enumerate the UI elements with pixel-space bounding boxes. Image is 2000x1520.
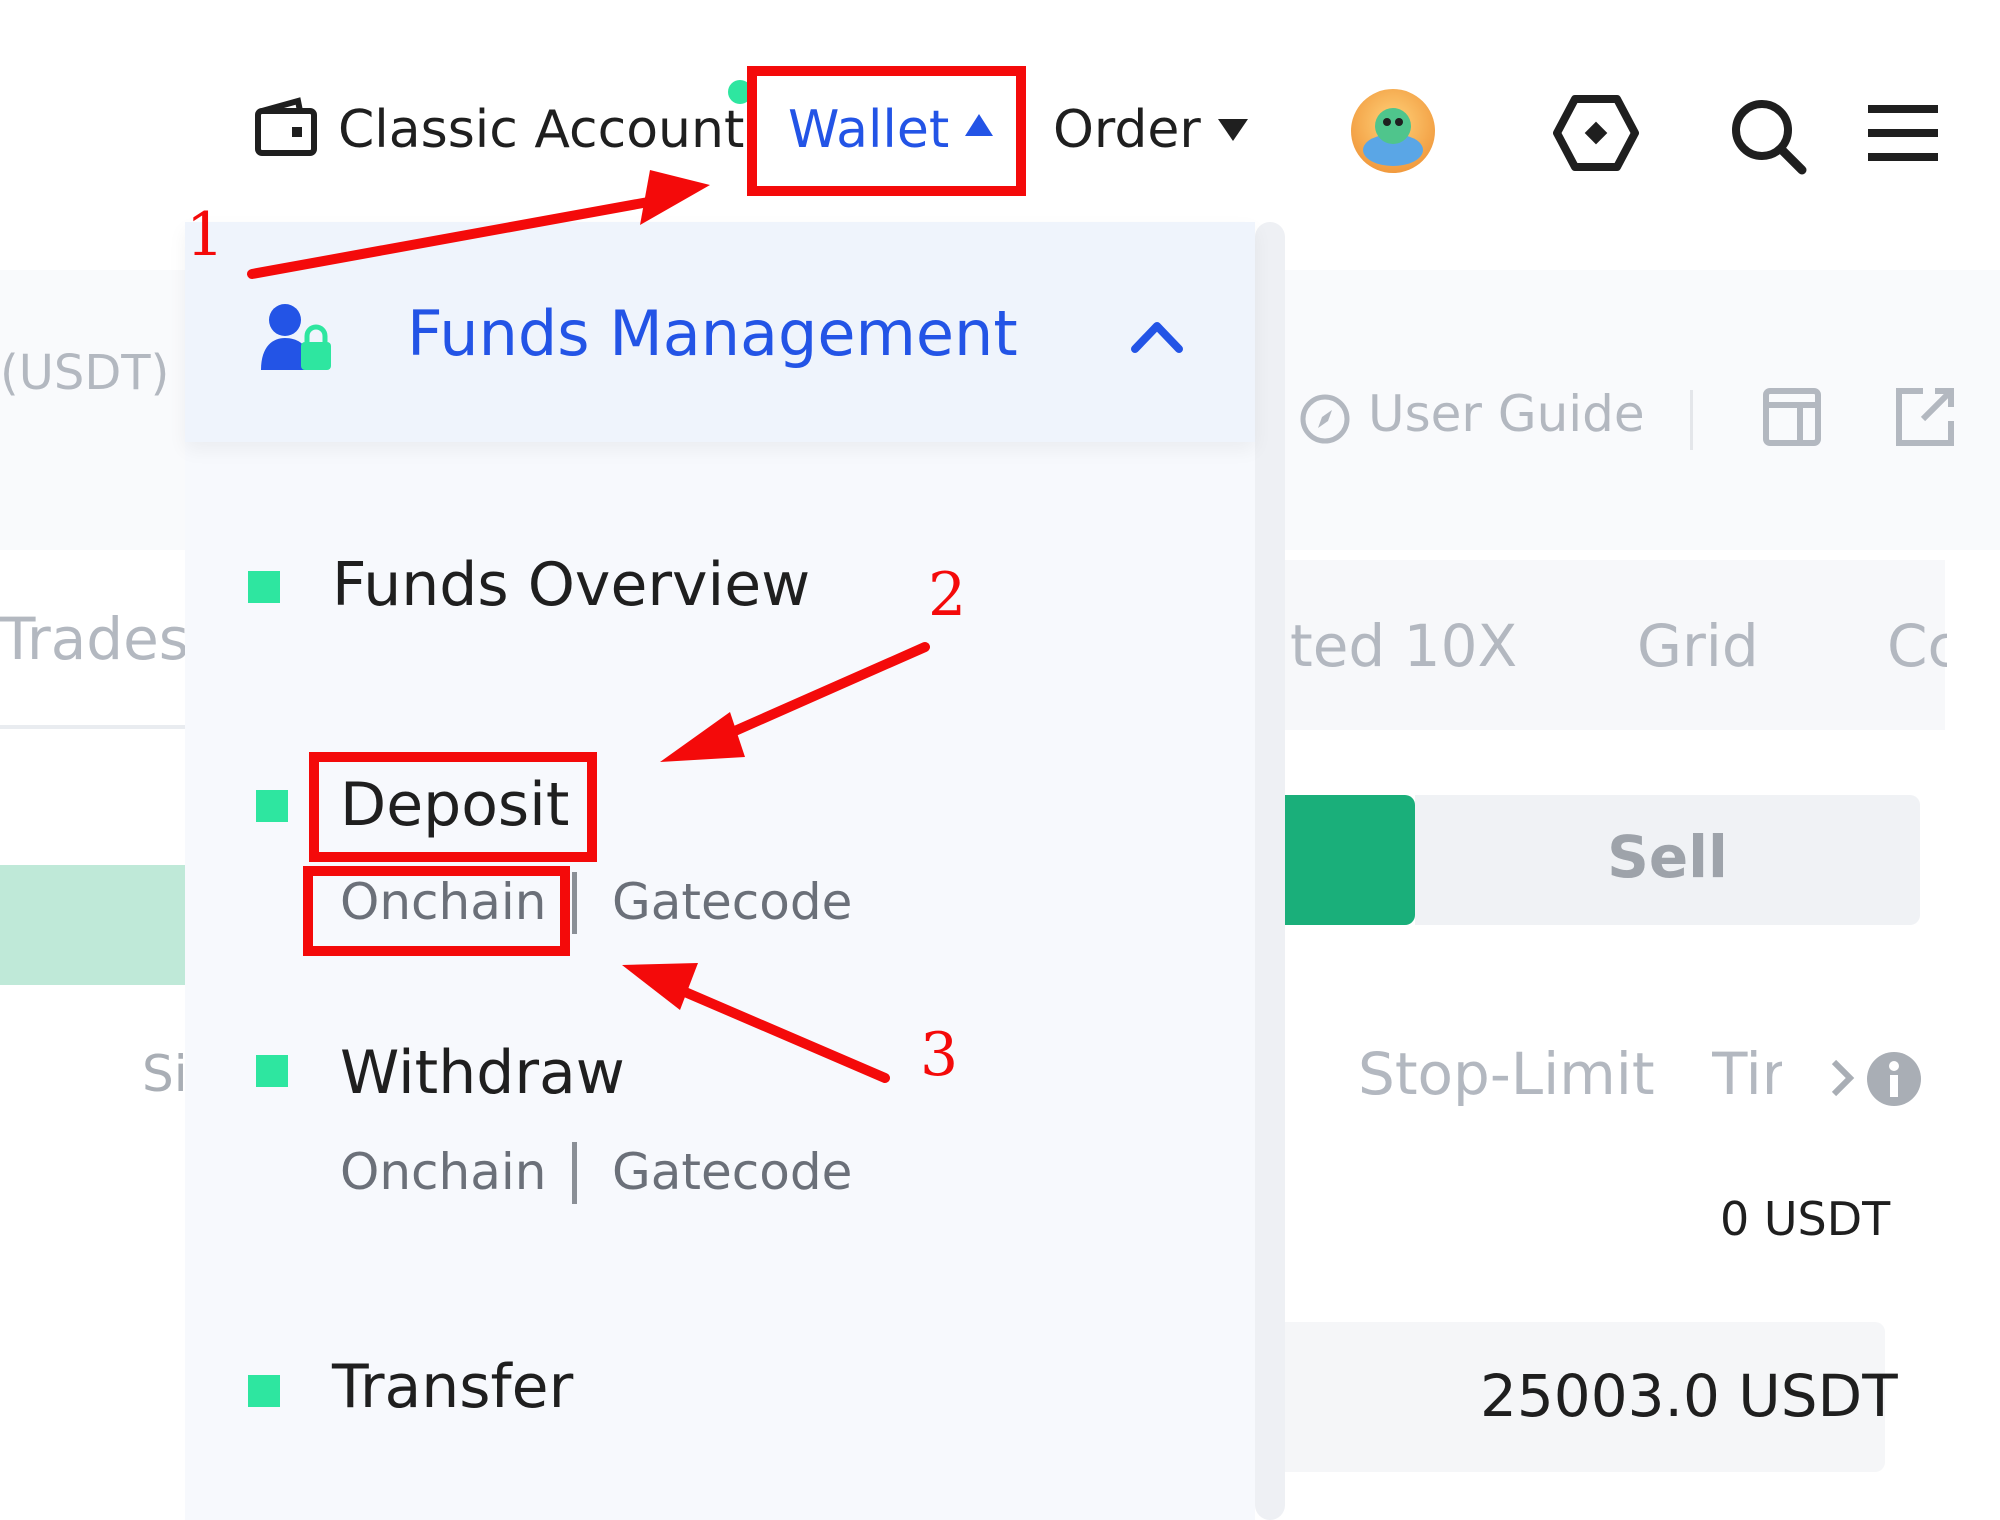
annotation-arrows: [247, 170, 930, 1083]
annotation-arrow-1: [247, 194, 670, 279]
annotation-arrow-2: [705, 642, 930, 747]
annotation-number-1: 1: [186, 200, 225, 270]
arrow-head-3: [622, 963, 698, 1010]
annotation-arrow-3: [680, 987, 890, 1083]
annotation-number-3: 3: [920, 1020, 959, 1090]
arrow-head-1: [640, 170, 710, 225]
annotation-number-2: 2: [928, 560, 967, 630]
arrow-head-2: [660, 712, 745, 762]
